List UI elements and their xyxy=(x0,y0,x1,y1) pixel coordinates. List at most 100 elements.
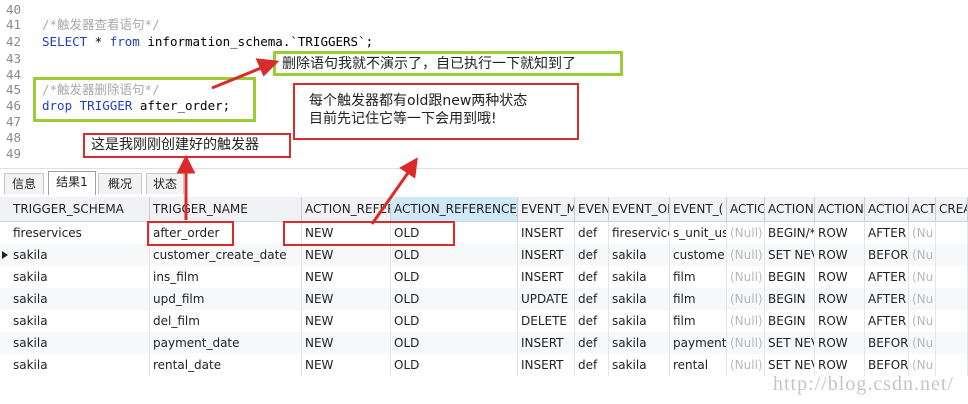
table-cell[interactable]: sakila xyxy=(10,310,150,332)
table-cell[interactable]: sakila xyxy=(609,332,670,354)
table-cell[interactable]: def xyxy=(575,288,609,310)
table-cell[interactable]: (Null) xyxy=(727,288,765,310)
table-cell[interactable] xyxy=(936,244,968,266)
column-header[interactable]: ACT xyxy=(909,197,936,221)
table-cell[interactable]: def xyxy=(575,222,609,244)
table-cell[interactable]: INSERT xyxy=(518,354,575,376)
tab-result-1[interactable]: 结果1 xyxy=(48,171,96,195)
table-cell[interactable]: (Null) xyxy=(727,266,765,288)
tab-status[interactable]: 状态 xyxy=(146,173,184,194)
column-header[interactable]: CREA xyxy=(936,197,968,221)
table-cell[interactable]: sakila xyxy=(10,244,150,266)
table-cell[interactable]: ROW xyxy=(815,288,865,310)
table-cell[interactable]: payment_date xyxy=(150,332,302,354)
table-cell[interactable]: (Nu xyxy=(909,332,936,354)
table-cell[interactable]: DELETE xyxy=(518,310,575,332)
table-cell[interactable]: AFTER xyxy=(865,288,909,310)
table-cell[interactable]: sakila xyxy=(609,310,670,332)
table-cell[interactable]: ROW xyxy=(815,266,865,288)
table-cell[interactable]: def xyxy=(575,244,609,266)
table-cell[interactable]: BEGIN xyxy=(765,266,815,288)
table-cell[interactable]: (Null) xyxy=(727,222,765,244)
column-header[interactable]: ACTION xyxy=(815,197,865,221)
table-cell[interactable]: sakila xyxy=(10,332,150,354)
table-cell[interactable]: OLD xyxy=(391,332,518,354)
table-cell[interactable]: NEW xyxy=(302,288,391,310)
table-row[interactable]: sakila payment_date NEW OLD INSERT def s… xyxy=(0,332,968,354)
table-cell[interactable]: NEW xyxy=(302,354,391,376)
table-cell[interactable]: NEW xyxy=(302,244,391,266)
table-cell[interactable]: UPDATE xyxy=(518,288,575,310)
table-cell[interactable]: ROW xyxy=(815,222,865,244)
table-cell[interactable]: ROW xyxy=(815,244,865,266)
table-cell[interactable]: sakila xyxy=(609,288,670,310)
code-line[interactable]: 42 SELECT * from information_schema.`TRI… xyxy=(0,33,968,51)
table-cell[interactable]: NEW xyxy=(302,332,391,354)
table-cell[interactable]: (Nu xyxy=(909,266,936,288)
table-cell[interactable]: AFTER xyxy=(865,266,909,288)
table-cell[interactable]: (Null) xyxy=(727,332,765,354)
column-header[interactable]: EVENT_OI xyxy=(609,197,670,221)
table-row[interactable]: fireservices after_order NEW OLD INSERT … xyxy=(0,222,968,244)
table-cell[interactable]: sakila xyxy=(609,266,670,288)
table-cell[interactable]: (Null) xyxy=(727,354,765,376)
table-cell[interactable] xyxy=(936,332,968,354)
table-cell[interactable]: OLD xyxy=(391,354,518,376)
table-cell[interactable]: custome xyxy=(670,244,727,266)
table-cell[interactable]: NEW xyxy=(302,310,391,332)
table-row[interactable]: sakila upd_film NEW OLD UPDATE def sakil… xyxy=(0,288,968,310)
table-cell[interactable]: fireservice xyxy=(609,222,670,244)
table-cell[interactable] xyxy=(936,310,968,332)
table-cell[interactable]: NEW xyxy=(302,266,391,288)
table-cell[interactable]: OLD xyxy=(391,288,518,310)
table-cell[interactable]: sakila xyxy=(609,244,670,266)
tab-info[interactable]: 信息 xyxy=(4,173,44,194)
table-cell[interactable]: film xyxy=(670,266,727,288)
table-cell[interactable]: (Nu xyxy=(909,310,936,332)
table-cell[interactable] xyxy=(936,266,968,288)
table-row[interactable]: sakila del_film NEW OLD DELETE def sakil… xyxy=(0,310,968,332)
table-cell[interactable]: s_unit_us xyxy=(670,222,727,244)
table-cell[interactable]: (Null) xyxy=(727,244,765,266)
table-cell[interactable]: def xyxy=(575,332,609,354)
table-cell[interactable]: BEFORI xyxy=(865,244,909,266)
table-cell[interactable]: upd_film xyxy=(150,288,302,310)
table-cell[interactable]: fireservices xyxy=(10,222,150,244)
table-cell[interactable]: def xyxy=(575,266,609,288)
table-cell[interactable]: film xyxy=(670,288,727,310)
table-cell[interactable]: INSERT xyxy=(518,244,575,266)
table-cell[interactable]: sakila xyxy=(10,354,150,376)
table-cell[interactable]: ins_film xyxy=(150,266,302,288)
column-header[interactable]: TRIGGER_NAME xyxy=(150,197,302,221)
column-header[interactable]: ACTION_REFERENCE_ xyxy=(391,197,518,221)
column-header[interactable]: EVENT_( xyxy=(670,197,727,221)
code-line[interactable]: 41 /*触发器查看语句*/ xyxy=(0,16,968,34)
table-cell[interactable]: del_film xyxy=(150,310,302,332)
table-cell[interactable]: def xyxy=(575,354,609,376)
table-cell[interactable]: rental xyxy=(670,354,727,376)
tab-profile[interactable]: 概况 xyxy=(98,173,142,194)
table-row[interactable]: sakila customer_create_date NEW OLD INSE… xyxy=(0,244,968,266)
table-cell[interactable]: INSERT xyxy=(518,222,575,244)
table-cell[interactable]: BEGIN/* xyxy=(765,222,815,244)
table-cell[interactable]: sakila xyxy=(10,266,150,288)
table-cell[interactable]: ROW xyxy=(815,310,865,332)
table-cell[interactable]: SET NEV xyxy=(765,244,815,266)
table-cell[interactable]: SET NEV xyxy=(765,332,815,354)
table-cell[interactable]: BEGIN xyxy=(765,310,815,332)
table-cell[interactable]: INSERT xyxy=(518,332,575,354)
table-cell[interactable]: ROW xyxy=(815,332,865,354)
column-header[interactable]: EVENT_M xyxy=(518,197,575,221)
column-header[interactable]: ACTION xyxy=(765,197,815,221)
table-cell[interactable]: rental_date xyxy=(150,354,302,376)
table-cell[interactable]: sakila xyxy=(609,354,670,376)
table-cell[interactable]: customer_create_date xyxy=(150,244,302,266)
table-cell[interactable]: AFTER xyxy=(865,222,909,244)
table-cell[interactable]: BEGIN xyxy=(765,288,815,310)
table-row[interactable]: sakila ins_film NEW OLD INSERT def sakil… xyxy=(0,266,968,288)
table-cell[interactable]: (Null) xyxy=(727,310,765,332)
column-header[interactable]: ACTIOI xyxy=(865,197,909,221)
table-cell[interactable]: AFTER xyxy=(865,310,909,332)
column-header[interactable]: ACTIC xyxy=(727,197,765,221)
table-cell[interactable]: payment xyxy=(670,332,727,354)
